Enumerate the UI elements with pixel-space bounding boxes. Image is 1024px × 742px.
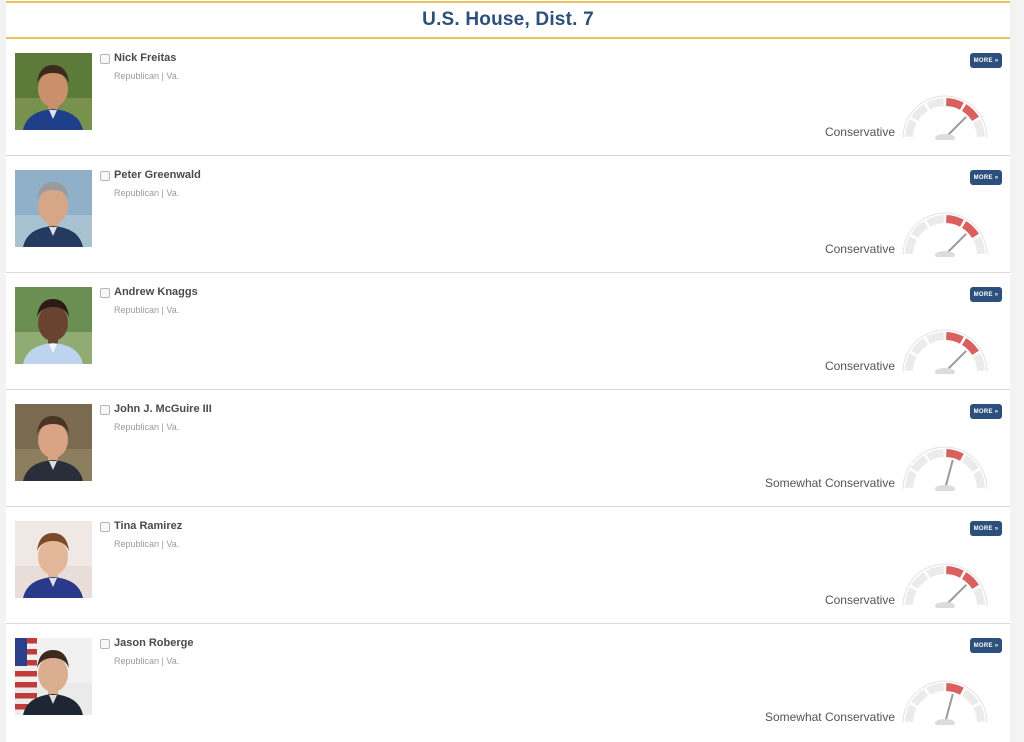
ideology-label: Somewhat Conservative [764,476,895,490]
candidate-row: Peter Greenwald Republican | Va. MORE » … [6,156,1010,273]
candidate-panel: U.S. House, Dist. 7 Nick Freitas Republi… [6,0,1010,742]
candidate-photo[interactable] [15,521,92,598]
ideology-label: Somewhat Conservative [764,710,895,724]
more-button[interactable]: MORE » [970,287,1002,302]
candidate-name[interactable]: Peter Greenwald [114,169,201,181]
candidate-row: John J. McGuire III Republican | Va. MOR… [6,390,1010,507]
candidate-name[interactable]: Tina Ramirez [114,520,182,532]
candidate-party-state: Republican | Va. [114,188,180,198]
candidate-row: Jason Roberge Republican | Va. MORE » So… [6,624,1010,741]
compare-checkbox[interactable] [100,639,110,649]
compare-checkbox[interactable] [100,405,110,415]
ideology-label: Conservative [824,125,895,139]
more-button[interactable]: MORE » [970,53,1002,68]
compare-checkbox[interactable] [100,171,110,181]
ideology-gauge-icon [902,207,988,259]
ideology-gauge-icon [902,675,988,727]
race-title: U.S. House, Dist. 7 [422,9,594,30]
candidate-name[interactable]: John J. McGuire III [114,403,212,415]
ideology-gauge-icon [902,90,988,142]
race-header: U.S. House, Dist. 7 [6,1,1010,39]
compare-checkbox[interactable] [100,288,110,298]
more-button[interactable]: MORE » [970,638,1002,653]
candidate-name[interactable]: Nick Freitas [114,52,176,64]
candidate-name[interactable]: Jason Roberge [114,637,193,649]
candidate-party-state: Republican | Va. [114,656,180,666]
ideology-gauge-icon [902,441,988,493]
candidate-row: Andrew Knaggs Republican | Va. MORE » Co… [6,273,1010,390]
candidate-name[interactable]: Andrew Knaggs [114,286,198,298]
candidate-photo[interactable] [15,404,92,481]
candidate-party-state: Republican | Va. [114,422,180,432]
compare-checkbox[interactable] [100,54,110,64]
candidate-photo[interactable] [15,170,92,247]
candidate-photo[interactable] [15,287,92,364]
candidate-party-state: Republican | Va. [114,539,180,549]
ideology-label: Conservative [824,242,895,256]
ideology-label: Conservative [824,593,895,607]
compare-checkbox[interactable] [100,522,110,532]
more-button[interactable]: MORE » [970,170,1002,185]
ideology-gauge-icon [902,558,988,610]
candidate-photo[interactable] [15,53,92,130]
ideology-label: Conservative [824,359,895,373]
candidate-photo[interactable] [15,638,92,715]
candidate-row: Tina Ramirez Republican | Va. MORE » Con… [6,507,1010,624]
candidate-party-state: Republican | Va. [114,71,180,81]
more-button[interactable]: MORE » [970,521,1002,536]
candidate-party-state: Republican | Va. [114,305,180,315]
candidate-row: Nick Freitas Republican | Va. MORE » Con… [6,39,1010,156]
ideology-gauge-icon [902,324,988,376]
candidate-list: Nick Freitas Republican | Va. MORE » Con… [6,39,1010,741]
more-button[interactable]: MORE » [970,404,1002,419]
